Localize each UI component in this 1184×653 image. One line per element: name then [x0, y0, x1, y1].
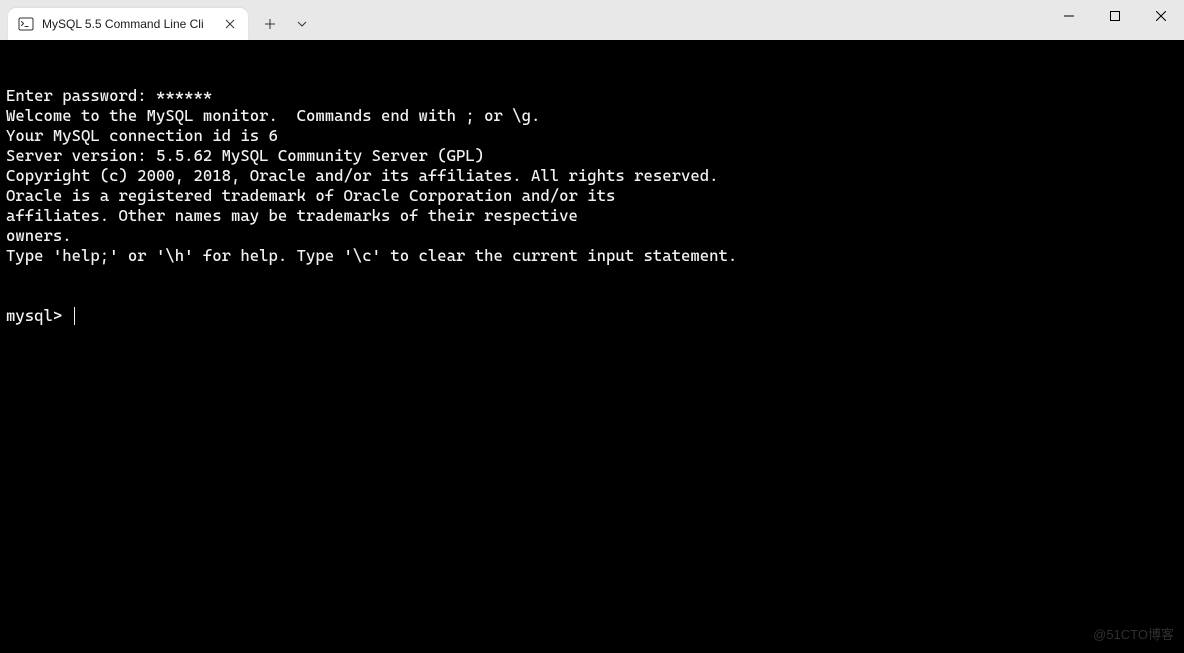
terminal-line: Server version: 5.5.62 MySQL Community S…	[6, 146, 1178, 166]
terminal-prompt: mysql>	[6, 306, 72, 326]
maximize-button[interactable]	[1092, 0, 1138, 32]
terminal-prompt-line: mysql>	[6, 306, 1178, 326]
window-close-button[interactable]	[1138, 0, 1184, 32]
new-tab-button[interactable]	[256, 10, 284, 38]
terminal-output: Enter password: ******Welcome to the MyS…	[6, 86, 1178, 266]
minimize-button[interactable]	[1046, 0, 1092, 32]
chevron-down-icon	[296, 18, 308, 30]
terminal-line: Type 'help;' or '\h' for help. Type '\c'…	[6, 246, 1178, 266]
tab-strip: MySQL 5.5 Command Line Cli	[0, 0, 316, 40]
terminal-line: owners.	[6, 226, 1178, 246]
tab-mysql[interactable]: MySQL 5.5 Command Line Cli	[8, 8, 248, 40]
titlebar: MySQL 5.5 Command Line Cli	[0, 0, 1184, 40]
terminal-content[interactable]: Enter password: ******Welcome to the MyS…	[0, 40, 1184, 653]
terminal-line: Your MySQL connection id is 6	[6, 126, 1178, 146]
watermark: @51CTO博客	[1093, 625, 1174, 645]
terminal-line: affiliates. Other names may be trademark…	[6, 206, 1178, 226]
plus-icon	[264, 18, 276, 30]
terminal-line: Copyright (c) 2000, 2018, Oracle and/or …	[6, 166, 1178, 186]
tab-close-button[interactable]	[220, 14, 240, 34]
terminal-line: Enter password: ******	[6, 86, 1178, 106]
terminal-line: Welcome to the MySQL monitor. Commands e…	[6, 106, 1178, 126]
close-icon	[225, 19, 235, 29]
maximize-icon	[1110, 11, 1120, 21]
minimize-icon	[1064, 11, 1074, 21]
tab-dropdown-button[interactable]	[288, 10, 316, 38]
terminal-icon	[18, 16, 34, 32]
tab-title: MySQL 5.5 Command Line Cli	[42, 17, 204, 31]
cursor	[74, 307, 75, 325]
terminal-line: Oracle is a registered trademark of Orac…	[6, 186, 1178, 206]
close-icon	[1156, 11, 1166, 21]
window-controls	[1046, 0, 1184, 40]
